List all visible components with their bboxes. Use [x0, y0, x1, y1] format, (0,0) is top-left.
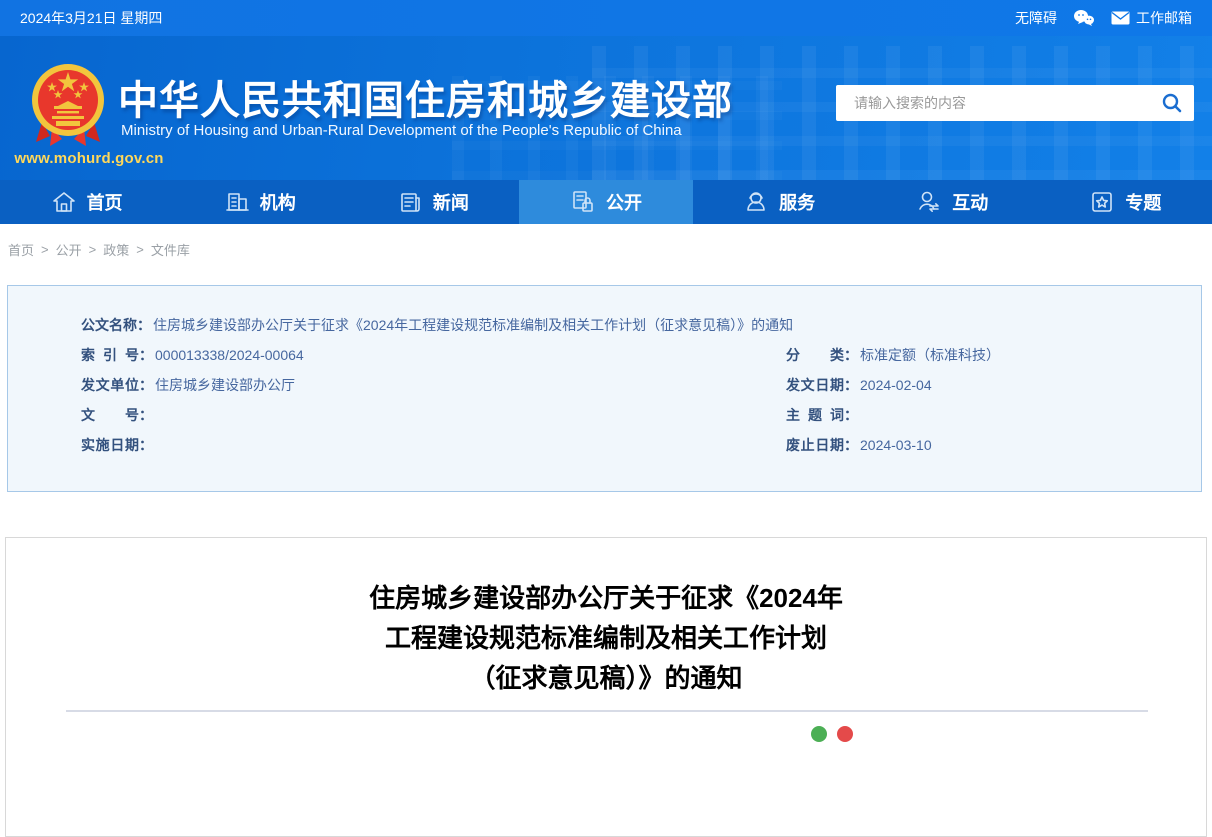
disclosure-lock-icon	[573, 191, 593, 212]
meta-row-effective-date: 实施日期：	[81, 430, 786, 460]
interaction-icon	[919, 191, 940, 212]
site-title: 中华人民共和国住房和城乡建设部	[118, 79, 733, 123]
meta-value: 2024-03-10	[860, 437, 932, 453]
nav-label: 专题	[1125, 193, 1162, 213]
breadcrumb-separator: >	[88, 242, 97, 257]
meta-label: 发文日期	[786, 377, 844, 393]
nav-label: 机构	[259, 193, 296, 213]
service-agent-icon	[747, 192, 765, 211]
meta-row-subject-words: 主题词：	[786, 400, 1201, 430]
national-emblem	[28, 60, 108, 157]
news-icon	[401, 193, 420, 212]
breadcrumb-home[interactable]: 首页	[8, 240, 34, 259]
nav-item-topics[interactable]: 专题	[1039, 180, 1212, 224]
accessibility-link[interactable]: 无障碍	[1015, 8, 1057, 28]
meta-label: 文号	[81, 407, 139, 423]
wechat-icon	[1073, 9, 1095, 27]
breadcrumb: 首页 > 公开 > 政策 > 文件库	[0, 224, 1212, 259]
current-date: 2024年3月21日 星期四	[20, 10, 163, 26]
nav-label: 新闻	[432, 193, 469, 213]
mail-envelope-icon	[1111, 11, 1130, 25]
nav-label: 公开	[605, 193, 642, 213]
meta-row-repeal-date: 废止日期： 2024-03-10	[786, 430, 1201, 460]
meta-label: 发文单位	[81, 377, 139, 393]
meta-value: 2024-02-04	[860, 377, 932, 393]
site-search	[836, 85, 1194, 121]
site-header: www.mohurd.gov.cn 中华人民共和国住房和城乡建设部 Minist…	[0, 36, 1212, 180]
nav-label: 首页	[86, 193, 123, 213]
article-title-line: 住房城乡建设部办公厅关于征求《2024年	[369, 583, 843, 613]
meta-colon: ：	[139, 407, 153, 423]
meta-colon: ：	[139, 437, 153, 453]
share-weibo-icon[interactable]	[837, 726, 853, 742]
meta-row-category: 分类： 标准定额（标准科技）	[786, 340, 1201, 370]
breadcrumb-disclosure[interactable]: 公开	[56, 240, 82, 259]
meta-value: 住房城乡建设部办公厅	[155, 377, 295, 393]
article-divider	[66, 710, 1148, 712]
meta-colon: ：	[137, 317, 151, 333]
home-icon	[52, 192, 75, 212]
nav-item-services[interactable]: 服务	[693, 180, 866, 224]
search-input[interactable]	[852, 94, 1150, 112]
meta-row-issuing-unit: 发文单位： 住房城乡建设部办公厅	[81, 370, 786, 400]
meta-colon: ：	[844, 437, 858, 453]
article-container: 住房城乡建设部办公厅关于征求《2024年 工程建设规范标准编制及相关工作计划 （…	[5, 537, 1207, 837]
meta-colon: ：	[139, 377, 153, 393]
meta-label: 主题词	[786, 407, 844, 423]
meta-value: 住房城乡建设部办公厅关于征求《2024年工程建设规范标准编制及相关工作计划（征求…	[153, 317, 794, 333]
meta-row-index-number: 索引号： 000013338/2024-00064	[81, 340, 786, 370]
site-subtitle-en: Ministry of Housing and Urban-Rural Deve…	[121, 122, 682, 139]
building-icon	[225, 193, 249, 211]
article-title-line: （征求意见稿）》的通知	[469, 663, 743, 693]
meta-value: 标准定额（标准科技）	[860, 347, 1000, 363]
mailbox-label: 工作邮箱	[1136, 10, 1192, 26]
article-title: 住房城乡建设部办公厅关于征求《2024年 工程建设规范标准编制及相关工作计划 （…	[6, 578, 1206, 698]
main-nav: 首页 机构 新闻 公开 服务 互动 专题	[0, 180, 1212, 224]
meta-colon: ：	[844, 377, 858, 393]
work-mailbox-link[interactable]: 工作邮箱	[1111, 8, 1192, 28]
meta-colon: ：	[139, 347, 153, 363]
nav-item-disclosure[interactable]: 公开	[519, 180, 693, 224]
breadcrumb-policy[interactable]: 政策	[103, 240, 129, 259]
article-title-line: 工程建设规范标准编制及相关工作计划	[384, 623, 827, 653]
site-url: www.mohurd.gov.cn	[14, 150, 164, 167]
star-badge-icon	[1092, 192, 1113, 212]
document-meta-box: 公文名称： 住房城乡建设部办公厅关于征求《2024年工程建设规范标准编制及相关工…	[7, 285, 1202, 492]
meta-label: 实施日期	[81, 437, 139, 453]
meta-colon: ：	[844, 347, 858, 363]
meta-label: 索引号	[81, 347, 139, 363]
wechat-link[interactable]	[1073, 9, 1095, 27]
meta-label: 公文名称	[81, 317, 137, 333]
meta-row-issue-date: 发文日期： 2024-02-04	[786, 370, 1201, 400]
nav-item-org[interactable]: 机构	[173, 180, 346, 224]
nav-label: 服务	[779, 193, 816, 213]
nav-item-interaction[interactable]: 互动	[866, 180, 1039, 224]
accessibility-label: 无障碍	[1015, 10, 1057, 26]
nav-label: 互动	[952, 193, 989, 213]
search-icon	[1161, 92, 1183, 114]
meta-colon: ：	[844, 407, 858, 423]
meta-row-doc-name: 公文名称： 住房城乡建设部办公厅关于征求《2024年工程建设规范标准编制及相关工…	[81, 310, 793, 340]
search-button[interactable]	[1150, 85, 1194, 121]
nav-item-news[interactable]: 新闻	[346, 180, 519, 224]
breadcrumb-library[interactable]: 文件库	[151, 240, 190, 259]
top-utility-bar: 2024年3月21日 星期四 无障碍 工作邮箱	[0, 0, 1212, 36]
breadcrumb-separator: >	[41, 242, 49, 257]
breadcrumb-separator: >	[136, 242, 144, 257]
meta-row-doc-number: 文号：	[81, 400, 786, 430]
nav-item-home[interactable]: 首页	[0, 180, 173, 224]
meta-value: 000013338/2024-00064	[155, 347, 304, 363]
share-wechat-icon[interactable]	[811, 726, 827, 742]
meta-label: 废止日期	[786, 437, 844, 453]
meta-label: 分类	[786, 347, 844, 363]
